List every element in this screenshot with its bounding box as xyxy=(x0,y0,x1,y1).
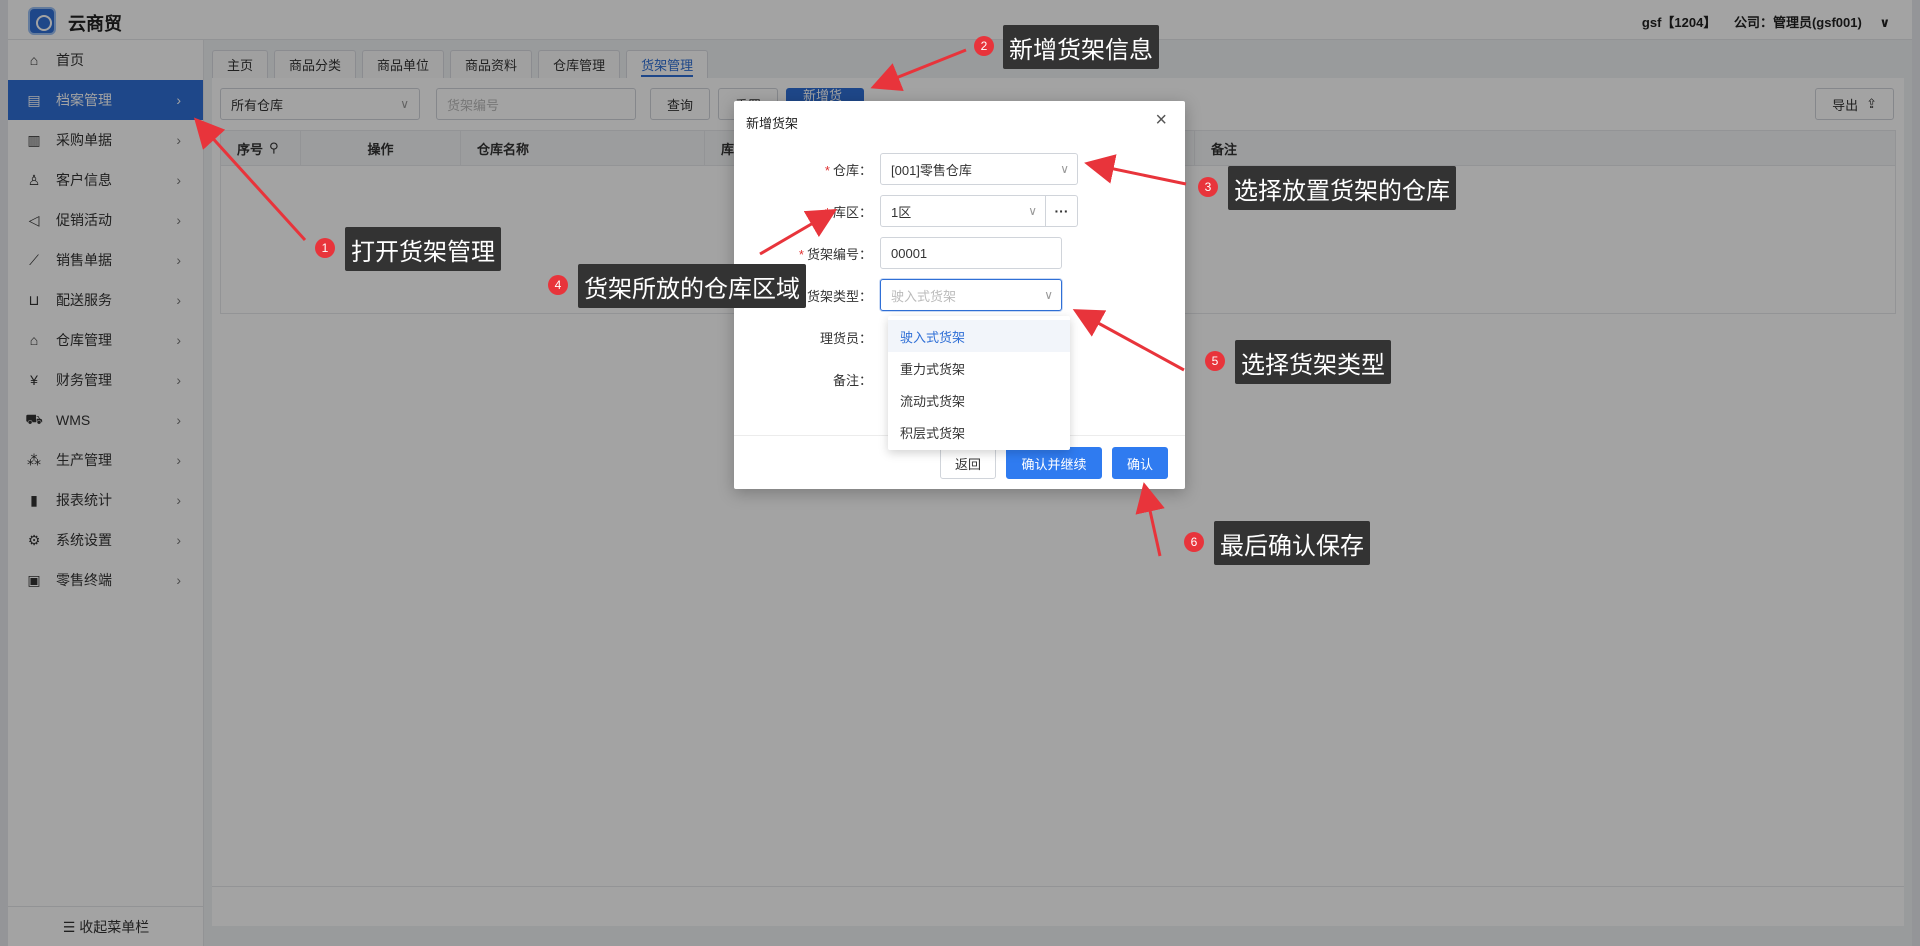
clerk-label: 理货员： xyxy=(819,330,872,346)
annotation-callout: 货架所放的仓库区域 xyxy=(578,264,806,308)
confirm-button[interactable]: 确认 xyxy=(1112,447,1168,479)
dropdown-option[interactable]: 重力式货架 xyxy=(888,352,1070,384)
zone-select[interactable]: 1区 ∨ xyxy=(880,195,1046,227)
dropdown-option[interactable]: 驶入式货架 xyxy=(888,320,1070,352)
annotation-callout: 选择放置货架的仓库 xyxy=(1228,166,1456,210)
zone-label: * 库区： xyxy=(824,204,872,220)
shelf-code-field[interactable]: 00001 xyxy=(880,237,1062,269)
dropdown-option[interactable]: 积层式货架 xyxy=(888,416,1070,448)
annotation-number: 3 xyxy=(1198,177,1218,197)
code-label: * 货架编号： xyxy=(798,246,872,262)
dialog-title: 新增货架 xyxy=(746,116,799,131)
zone-row: * 库区： 1区 ∨ ··· xyxy=(734,195,1078,227)
clerk-row: 理货员： xyxy=(734,321,880,353)
field-label: 库区： xyxy=(832,204,872,220)
warehouse-label: * 仓库： xyxy=(824,162,872,178)
annotation-number: 2 xyxy=(974,36,994,56)
annotation-number: 1 xyxy=(315,238,335,258)
confirm-continue-button[interactable]: 确认并继续 xyxy=(1006,447,1102,479)
shelf-type-dropdown: 驶入式货架 重力式货架 流动式货架 积层式货架 xyxy=(888,316,1070,450)
annotation-callout: 打开货架管理 xyxy=(345,227,501,271)
dropdown-option[interactable]: 流动式货架 xyxy=(888,384,1070,416)
field-label: 仓库： xyxy=(832,162,872,178)
annotation-number: 4 xyxy=(548,275,568,295)
remark-label: 备注： xyxy=(832,372,872,388)
zone-more-button[interactable]: ··· xyxy=(1046,195,1078,227)
annotation-callout: 新增货架信息 xyxy=(1003,25,1159,69)
close-icon[interactable]: × xyxy=(1155,109,1167,132)
warehouse-select-value: [001]零售仓库 xyxy=(891,162,972,178)
chevron-down-icon: ∨ xyxy=(1044,288,1053,302)
annotation-number: 5 xyxy=(1205,351,1225,371)
chevron-down-icon: ∨ xyxy=(1028,204,1037,218)
warehouse-row: * 仓库： [001]零售仓库 ∨ xyxy=(734,153,1078,185)
annotation-number: 6 xyxy=(1184,532,1204,552)
field-label: 货架编号： xyxy=(806,246,872,262)
zone-select-value: 1区 xyxy=(891,204,912,220)
annotation-callout: 选择货架类型 xyxy=(1235,340,1391,384)
annotation-callout: 最后确认保存 xyxy=(1214,521,1370,565)
chevron-down-icon: ∨ xyxy=(1060,162,1069,176)
back-button[interactable]: 返回 xyxy=(940,447,996,479)
warehouse-select[interactable]: [001]零售仓库 ∨ xyxy=(880,153,1078,185)
field-label: 货架类型： xyxy=(806,288,872,304)
shelf-type-placeholder: 驶入式货架 xyxy=(891,288,957,304)
remark-row: 备注： xyxy=(734,363,880,395)
shelf-type-select[interactable]: 驶入式货架 ∨ xyxy=(880,279,1062,311)
